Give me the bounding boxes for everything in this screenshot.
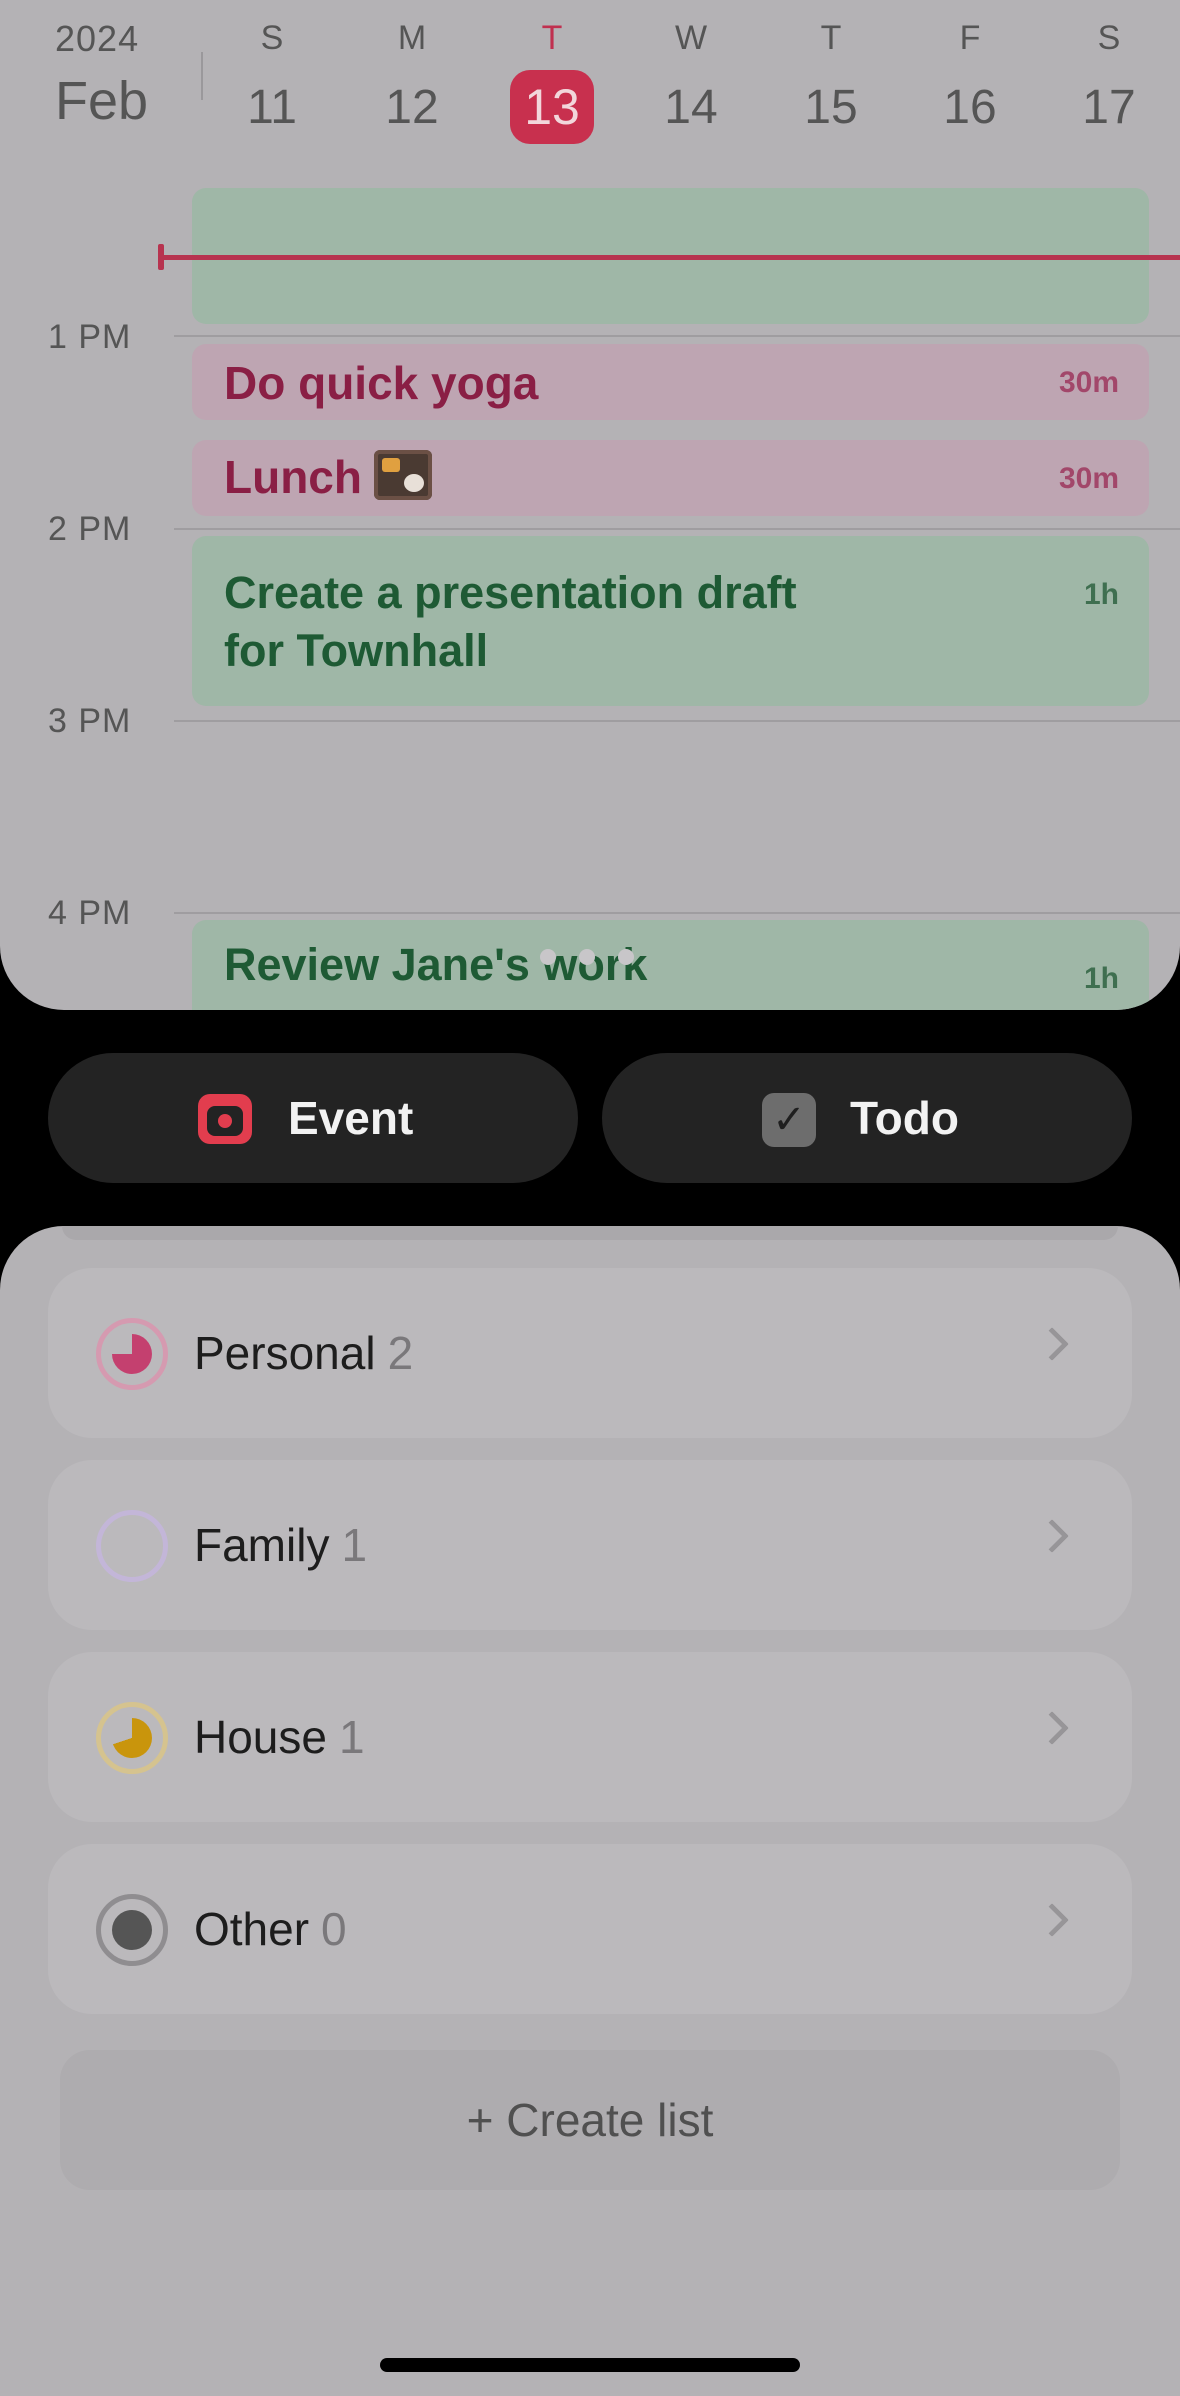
- hour-line: [174, 720, 1180, 722]
- list-name: House: [194, 1711, 327, 1763]
- event-duration: 1h: [1083, 962, 1119, 995]
- day-letter: W: [674, 19, 708, 57]
- chevron-right-icon: [1035, 1327, 1069, 1361]
- chevron-right-icon: [1035, 1903, 1069, 1937]
- day-number: 11: [247, 81, 297, 134]
- month-label[interactable]: Feb: [55, 70, 148, 132]
- list-count: 1: [338, 1711, 365, 1763]
- bento-box-icon: [373, 449, 432, 500]
- list-name: Other: [194, 1903, 310, 1955]
- sheet-edge: [62, 1226, 1118, 1240]
- day-letter: T: [820, 19, 842, 57]
- event-title-line1: Create a presentation draft: [224, 567, 797, 618]
- progress-ring-icon: [96, 1702, 168, 1774]
- day-timeline[interactable]: 1 PM Do quick yoga 30m Lunch 30m 2 PM Cr…: [0, 160, 1180, 1010]
- hour-label: 2 PM: [48, 510, 132, 548]
- list-name: Family: [194, 1519, 330, 1571]
- header-divider: [201, 52, 203, 100]
- new-event-label: Event: [288, 1092, 414, 1144]
- day-column-tue[interactable]: T 13: [502, 16, 602, 144]
- list-count: 1: [341, 1519, 368, 1571]
- progress-fill: [112, 1718, 152, 1758]
- event-lunch[interactable]: Lunch 30m: [192, 440, 1149, 516]
- lists-sheet: Personal 2 Family 1 House 1 Other 0 + Create…: [0, 1226, 1180, 2396]
- day-column-fri[interactable]: F 16: [920, 16, 1020, 138]
- event-title-line2: for Townhall: [224, 625, 489, 676]
- hour-label: 4 PM: [48, 894, 132, 932]
- event-duration: 30m: [1058, 462, 1119, 495]
- list-count: 0: [321, 1903, 347, 1955]
- day-number: 16: [943, 81, 997, 134]
- day-letter: M: [397, 19, 427, 57]
- chevron-right-icon: [1035, 1519, 1069, 1553]
- day-letter: S: [260, 19, 284, 57]
- calendar-card: 2024 Feb S 11 M 12 T 13 W 14 T 15 F 16 S: [0, 0, 1180, 1010]
- event-title: Create a presentation draft for Townhall: [224, 564, 797, 680]
- day-number: 17: [1082, 81, 1136, 134]
- new-todo-label: Todo: [850, 1092, 959, 1144]
- list-row-family[interactable]: Family 1: [48, 1460, 1132, 1630]
- list-name-wrap: Family 1: [194, 1460, 367, 1630]
- event-title: Lunch: [224, 451, 362, 503]
- list-name-wrap: House 1: [194, 1652, 365, 1822]
- drag-handle-icon[interactable]: [532, 945, 642, 969]
- progress-ring-icon: [96, 1894, 168, 1966]
- day-number-today: 13: [510, 70, 594, 144]
- hour-label: 3 PM: [48, 702, 132, 740]
- list-name-wrap: Personal 2: [194, 1268, 413, 1438]
- hour-label: 1 PM: [48, 318, 132, 356]
- day-column-sat[interactable]: S 17: [1059, 16, 1159, 138]
- list-row-personal[interactable]: Personal 2: [48, 1268, 1132, 1438]
- day-column-thu[interactable]: T 15: [781, 16, 881, 138]
- event-duration: 1h: [1083, 578, 1119, 611]
- list-count: 2: [387, 1327, 414, 1379]
- day-letter: F: [959, 19, 981, 57]
- event-title-wrap: Lunch: [224, 449, 432, 506]
- progress-ring-icon: [96, 1510, 168, 1582]
- create-list-button[interactable]: + Create list: [60, 2050, 1120, 2190]
- event-do-quick-yoga[interactable]: Do quick yoga 30m: [192, 344, 1149, 420]
- event-duration: 30m: [1058, 366, 1119, 399]
- day-number: 14: [664, 81, 718, 134]
- hour-line: [174, 912, 1180, 914]
- day-column-sun[interactable]: S 11: [222, 16, 322, 138]
- week-header: 2024 Feb S 11 M 12 T 13 W 14 T 15 F 16 S: [0, 0, 1180, 160]
- event-presentation-draft[interactable]: Create a presentation draft for Townhall…: [192, 536, 1149, 706]
- progress-fill: [112, 1910, 152, 1950]
- hour-line: [174, 335, 1180, 337]
- list-name: Personal: [194, 1327, 376, 1379]
- event-title: Do quick yoga: [224, 357, 539, 409]
- chevron-right-icon: [1035, 1711, 1069, 1745]
- hour-line: [174, 528, 1180, 530]
- year-label: 2024: [55, 18, 140, 59]
- new-todo-button[interactable]: ✓ Todo: [602, 1053, 1132, 1183]
- progress-ring-icon: [96, 1318, 168, 1390]
- day-letter-today: T: [541, 19, 563, 57]
- day-column-mon[interactable]: M 12: [362, 16, 462, 138]
- list-name-wrap: Other 0: [194, 1844, 347, 2014]
- day-letter: S: [1097, 19, 1121, 57]
- progress-fill: [112, 1334, 152, 1374]
- event-review-janes-work[interactable]: Review Jane's work 1h: [192, 920, 1149, 1010]
- calendar-event-icon: [198, 1094, 252, 1144]
- day-column-wed[interactable]: W 14: [641, 16, 741, 138]
- list-row-house[interactable]: House 1: [48, 1652, 1132, 1822]
- checkbox-icon: ✓: [762, 1093, 816, 1147]
- home-indicator[interactable]: [380, 2358, 800, 2372]
- day-number: 15: [804, 81, 858, 134]
- new-event-button[interactable]: Event: [48, 1053, 578, 1183]
- current-time-line: [162, 255, 1180, 260]
- day-number: 12: [385, 81, 439, 134]
- list-row-other[interactable]: Other 0: [48, 1844, 1132, 2014]
